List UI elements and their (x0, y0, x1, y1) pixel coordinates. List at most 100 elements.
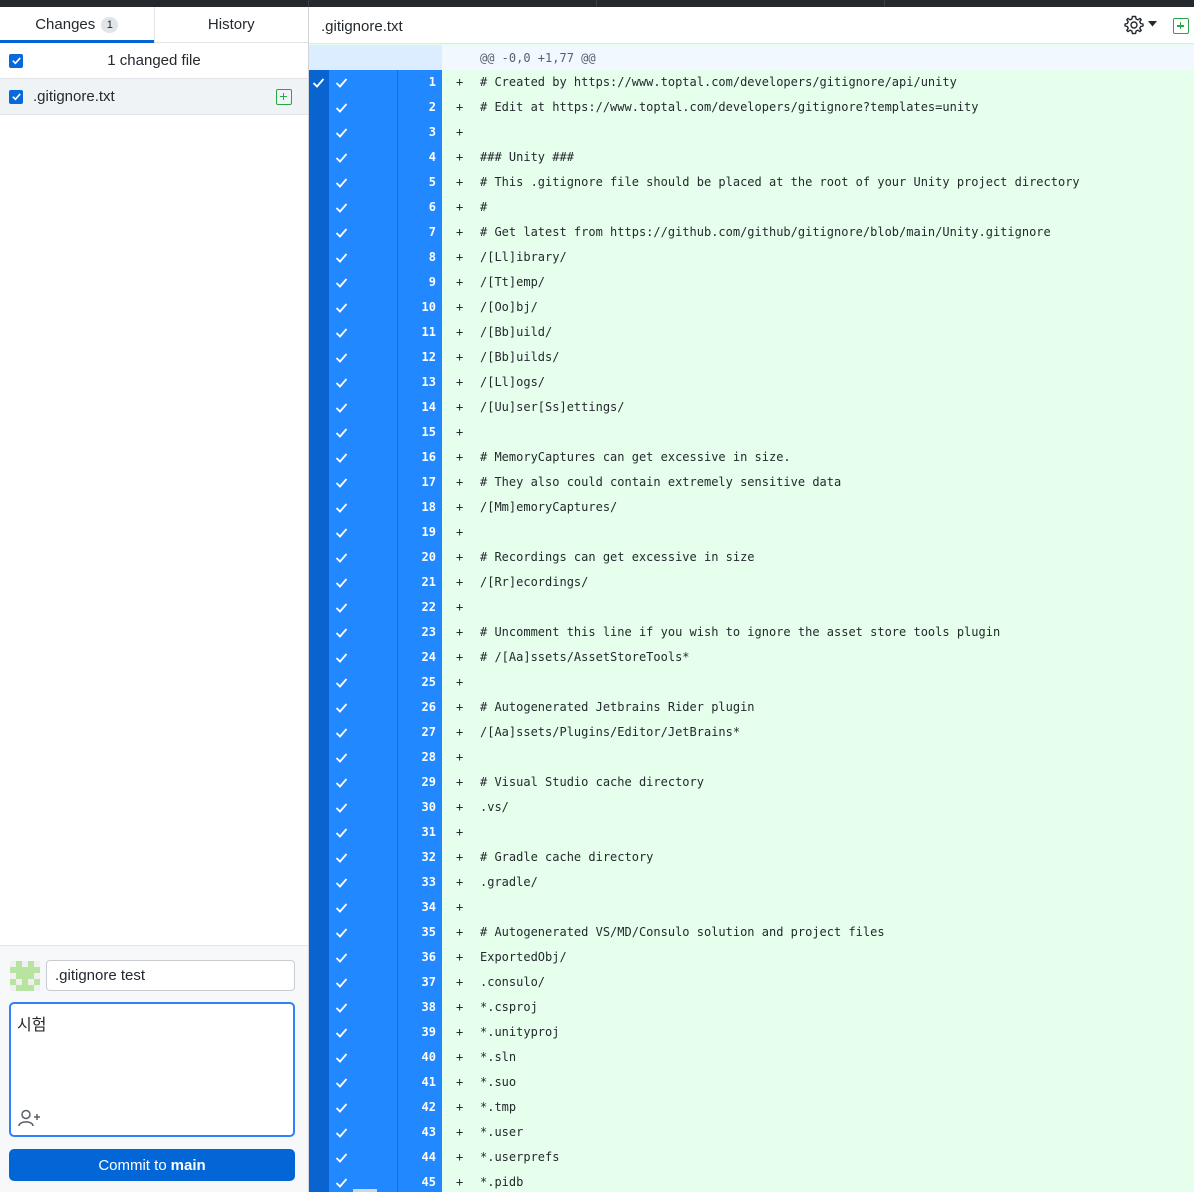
line-select-gutter[interactable] (309, 270, 329, 295)
tab-history[interactable]: History (153, 7, 309, 42)
line-include-toggle[interactable] (329, 145, 397, 170)
diff-line[interactable]: 18 + /[Mm]emoryCaptures/ (309, 495, 1194, 520)
line-select-gutter[interactable] (309, 70, 329, 95)
line-include-toggle[interactable] (329, 970, 397, 995)
diff-line[interactable]: 44 + *.userprefs (309, 1145, 1194, 1170)
line-select-gutter[interactable] (309, 945, 329, 970)
line-include-toggle[interactable] (329, 445, 397, 470)
line-select-gutter[interactable] (309, 670, 329, 695)
line-include-toggle[interactable] (329, 920, 397, 945)
diff-line[interactable]: 9 + /[Tt]emp/ (309, 270, 1194, 295)
line-include-toggle[interactable] (329, 295, 397, 320)
line-select-gutter[interactable] (309, 745, 329, 770)
commit-button[interactable]: Commit to main (9, 1149, 295, 1181)
line-select-gutter[interactable] (309, 895, 329, 920)
line-include-toggle[interactable] (329, 995, 397, 1020)
diff-line[interactable]: 34 + (309, 895, 1194, 920)
diff-line[interactable]: 11 + /[Bb]uild/ (309, 320, 1194, 345)
line-include-toggle[interactable] (329, 70, 397, 95)
line-select-gutter[interactable] (309, 570, 329, 595)
line-select-gutter[interactable] (309, 995, 329, 1020)
person-add-icon[interactable] (18, 1109, 40, 1127)
line-select-gutter[interactable] (309, 495, 329, 520)
diff-line[interactable]: 39 + *.unityproj (309, 1020, 1194, 1045)
line-select-gutter[interactable] (309, 295, 329, 320)
line-include-toggle[interactable] (329, 595, 397, 620)
line-select-gutter[interactable] (309, 370, 329, 395)
commit-description-textarea[interactable]: 시험 (9, 1002, 295, 1137)
line-include-toggle[interactable] (329, 895, 397, 920)
diff-line[interactable]: 23 + # Uncomment this line if you wish to … (309, 620, 1194, 645)
line-include-toggle[interactable] (329, 1045, 397, 1070)
line-include-toggle[interactable] (329, 370, 397, 395)
line-select-gutter[interactable] (309, 470, 329, 495)
diff-line[interactable]: 29 + # Visual Studio cache directory (309, 770, 1194, 795)
line-include-toggle[interactable] (329, 820, 397, 845)
line-select-gutter[interactable] (309, 95, 329, 120)
line-select-gutter[interactable] (309, 720, 329, 745)
line-select-gutter[interactable] (309, 345, 329, 370)
line-include-toggle[interactable] (329, 695, 397, 720)
diff-line[interactable]: 24 + # /[Aa]ssets/AssetStoreTools* (309, 645, 1194, 670)
diff-line[interactable]: 10 + /[Oo]bj/ (309, 295, 1194, 320)
line-select-gutter[interactable] (309, 1170, 329, 1192)
line-select-gutter[interactable] (309, 120, 329, 145)
diff-line[interactable]: 5 + # This .gitignore file should be place… (309, 170, 1194, 195)
diff-line[interactable]: 2 + # Edit at https://www.toptal.com/devel… (309, 95, 1194, 120)
line-include-toggle[interactable] (329, 845, 397, 870)
line-select-gutter[interactable] (309, 970, 329, 995)
line-select-gutter[interactable] (309, 595, 329, 620)
line-select-gutter[interactable] (309, 1120, 329, 1145)
line-select-gutter[interactable] (309, 545, 329, 570)
diff-line[interactable]: 31 + (309, 820, 1194, 845)
line-include-toggle[interactable] (329, 770, 397, 795)
line-select-gutter[interactable] (309, 445, 329, 470)
line-include-toggle[interactable] (329, 395, 397, 420)
diff-line[interactable]: 26 + # Autogenerated Jetbrains Rider plugi… (309, 695, 1194, 720)
line-select-gutter[interactable] (309, 770, 329, 795)
diff-line[interactable]: 37 + .consulo/ (309, 970, 1194, 995)
line-select-gutter[interactable] (309, 645, 329, 670)
line-select-gutter[interactable] (309, 1070, 329, 1095)
diff-line[interactable]: 6 + # (309, 195, 1194, 220)
line-include-toggle[interactable] (329, 220, 397, 245)
diff-line[interactable]: 25 + (309, 670, 1194, 695)
line-select-gutter[interactable] (309, 220, 329, 245)
line-include-toggle[interactable] (329, 245, 397, 270)
line-include-toggle[interactable] (329, 1070, 397, 1095)
line-include-toggle[interactable] (329, 345, 397, 370)
line-select-gutter[interactable] (309, 795, 329, 820)
line-select-gutter[interactable] (309, 920, 329, 945)
line-select-gutter[interactable] (309, 870, 329, 895)
line-include-toggle[interactable] (329, 545, 397, 570)
line-select-gutter[interactable] (309, 520, 329, 545)
diff-line[interactable]: 36 + ExportedObj/ (309, 945, 1194, 970)
diff-line[interactable]: 35 + # Autogenerated VS/MD/Consulo solutio… (309, 920, 1194, 945)
line-include-toggle[interactable] (329, 520, 397, 545)
line-include-toggle[interactable] (329, 795, 397, 820)
diff-line[interactable]: 28 + (309, 745, 1194, 770)
line-include-toggle[interactable] (329, 670, 397, 695)
diff-line[interactable]: 16 + # MemoryCaptures can get excessive in… (309, 445, 1194, 470)
line-include-toggle[interactable] (329, 620, 397, 645)
diff-line[interactable]: 45 + *.pidb (309, 1170, 1194, 1192)
diff-line[interactable]: 19 + (309, 520, 1194, 545)
line-include-toggle[interactable] (329, 870, 397, 895)
line-select-gutter[interactable] (309, 170, 329, 195)
diff-line[interactable]: 21 + /[Rr]ecordings/ (309, 570, 1194, 595)
diff-line[interactable]: 15 + (309, 420, 1194, 445)
line-include-toggle[interactable] (329, 745, 397, 770)
line-select-gutter[interactable] (309, 145, 329, 170)
line-include-toggle[interactable] (329, 270, 397, 295)
diff-line[interactable]: 22 + (309, 595, 1194, 620)
line-select-gutter[interactable] (309, 845, 329, 870)
line-include-toggle[interactable] (329, 495, 397, 520)
diff-line[interactable]: 41 + *.suo (309, 1070, 1194, 1095)
select-all-checkbox[interactable] (9, 53, 23, 68)
line-select-gutter[interactable] (309, 195, 329, 220)
diff-line[interactable]: 33 + .gradle/ (309, 870, 1194, 895)
line-include-toggle[interactable] (329, 120, 397, 145)
diff-line[interactable]: 8 + /[Ll]ibrary/ (309, 245, 1194, 270)
line-select-gutter[interactable] (309, 320, 329, 345)
file-list-item[interactable]: .gitignore.txt (0, 79, 308, 115)
